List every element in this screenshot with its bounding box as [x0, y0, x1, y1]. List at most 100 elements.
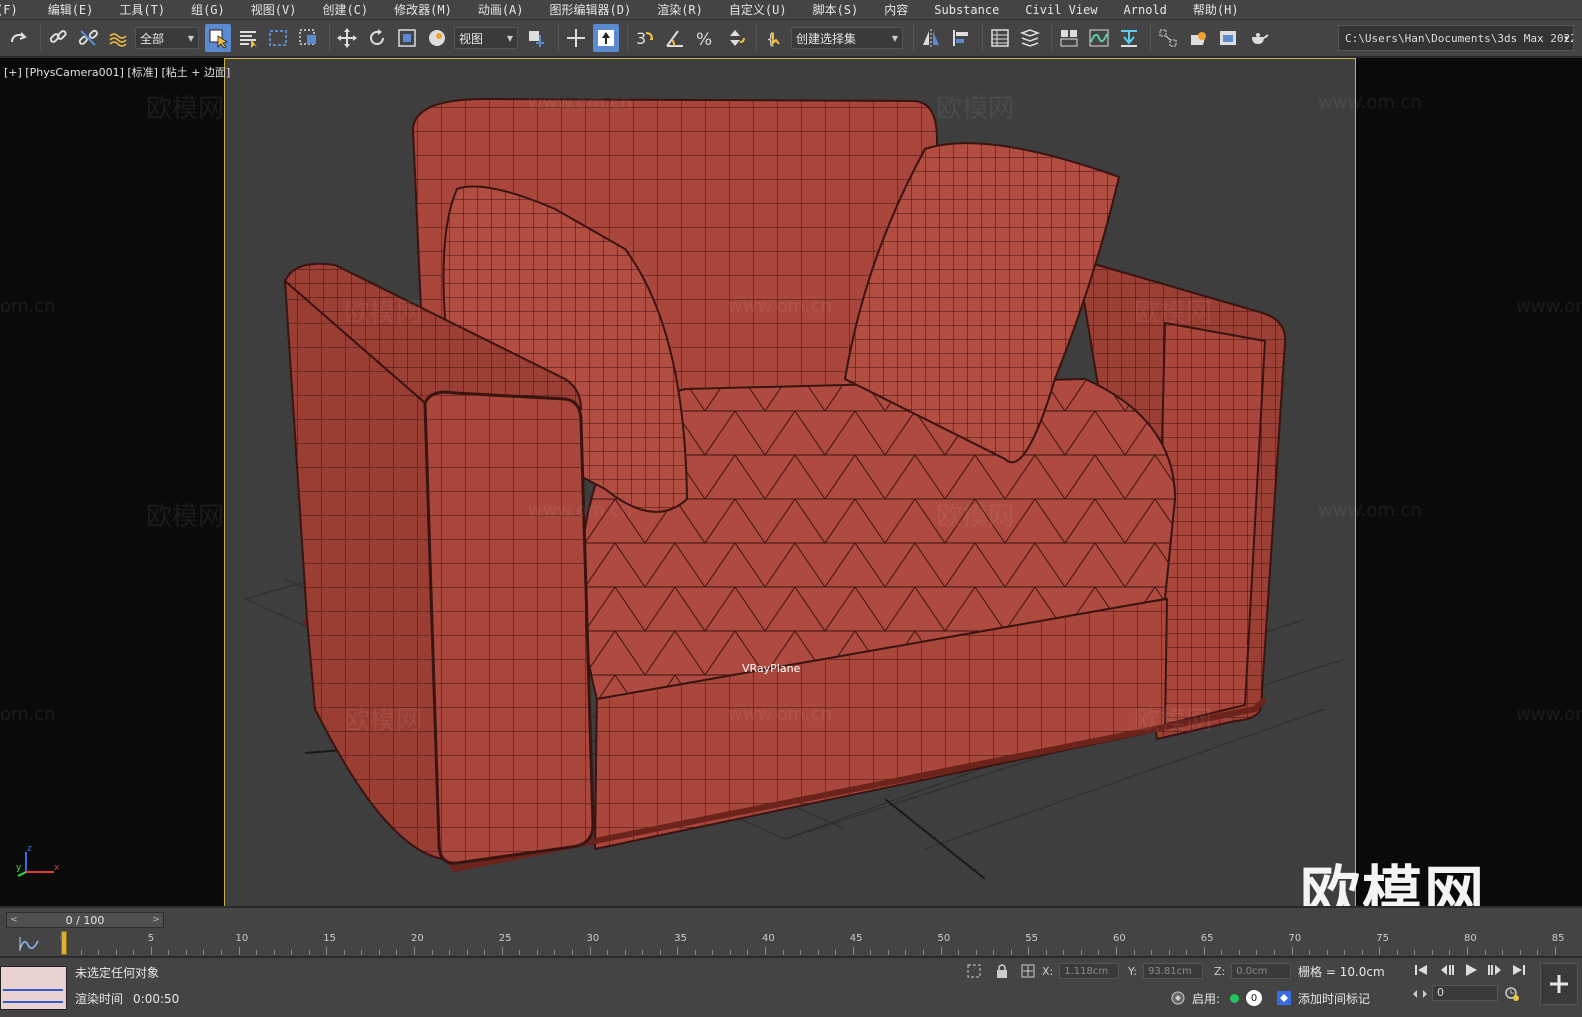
menu-item[interactable]: (F)	[0, 3, 18, 17]
menu-item[interactable]: 渲染(R)	[657, 1, 703, 18]
time-tag-icon[interactable]	[1276, 990, 1292, 1006]
next-frame-arrow-icon[interactable]: >	[149, 915, 163, 925]
y-coordinate-field[interactable]: 93.81cm	[1142, 963, 1203, 979]
track-bar[interactable]: 0510152025303540455055606570758085	[0, 931, 1582, 957]
menu-item[interactable]: 视图(V)	[251, 1, 297, 18]
timeline-tick	[887, 950, 889, 955]
scene-explorer-button[interactable]	[987, 24, 1013, 52]
isolate-selection-icon[interactable]	[966, 963, 982, 979]
menu-item[interactable]: Civil View	[1025, 3, 1097, 17]
menu-item[interactable]: 脚本(S)	[813, 1, 859, 18]
next-frame-button[interactable]	[1484, 962, 1506, 978]
timeline-tick	[1396, 950, 1398, 955]
reference-coordinate-dropdown[interactable]: 视图 ▼	[454, 27, 518, 49]
menu-item[interactable]: 组(G)	[191, 1, 225, 18]
pivot-center-button[interactable]	[524, 24, 550, 52]
snaps-toggle-button[interactable]: 3	[632, 24, 658, 52]
timeline-tick	[1326, 950, 1328, 955]
camera-viewport[interactable]: [+] [PhysCamera001] [标准] [粘土 + 边面] 欧模网 w…	[0, 58, 1582, 906]
toggle-ribbon-button[interactable]	[1056, 24, 1082, 52]
key-mode-toggle-icon[interactable]	[1412, 986, 1428, 1002]
axis-y-label: y	[16, 863, 22, 873]
timeline-tick	[1379, 947, 1381, 955]
menu-item[interactable]: 动画(A)	[478, 1, 524, 18]
timeline-tick	[168, 950, 170, 955]
menu-item[interactable]: 修改器(M)	[394, 1, 452, 18]
selection-lock-icon[interactable]	[994, 963, 1010, 979]
teapot-render-icon	[1252, 33, 1269, 44]
absolute-mode-icon[interactable]	[1020, 963, 1036, 979]
menu-item[interactable]: 创建(C)	[322, 1, 368, 18]
select-by-name-button[interactable]	[235, 24, 261, 52]
bind-spacewarp-button[interactable]	[105, 24, 131, 52]
previous-frame-button[interactable]	[1436, 962, 1458, 978]
z-coordinate-field[interactable]: 0.0cm	[1231, 963, 1292, 979]
adaptive-degradation-icon[interactable]	[1170, 990, 1186, 1006]
keyboard-shortcut-override-button[interactable]	[593, 24, 619, 52]
select-place-button[interactable]	[424, 24, 450, 52]
timeline-tick-label: 85	[1551, 933, 1565, 944]
menu-item[interactable]: 图形编辑器(D)	[550, 1, 632, 18]
named-selection-icon: {	[766, 30, 780, 48]
material-editor-button[interactable]	[1155, 24, 1181, 52]
menu-item[interactable]: 工具(T)	[119, 1, 165, 18]
named-selection-dropdown[interactable]: 创建选择集 ▼	[791, 27, 903, 49]
timeline-tick	[378, 950, 380, 955]
watermark: 欧模网	[344, 298, 423, 328]
goto-start-button[interactable]	[1410, 962, 1432, 978]
time-slider[interactable]: < 0 / 100 >	[6, 912, 164, 928]
redo-button[interactable]	[6, 24, 32, 52]
add-time-tag-label[interactable]: 添加时间标记	[1298, 990, 1370, 1007]
enable-count-badge[interactable]: 0	[1246, 990, 1262, 1006]
select-object-button[interactable]	[205, 24, 231, 52]
timeline-tick	[1256, 950, 1258, 955]
goto-end-icon	[1513, 965, 1525, 975]
play-button[interactable]	[1460, 962, 1482, 978]
menu-item[interactable]: 编辑(E)	[48, 1, 94, 18]
add-viewport-button[interactable]	[1540, 963, 1578, 1005]
current-frame-spinner[interactable]: 0	[1432, 985, 1498, 1001]
time-cursor[interactable]	[61, 931, 67, 955]
percent-snap-button[interactable]: %	[692, 24, 718, 52]
select-move-button[interactable]	[334, 24, 360, 52]
link-button[interactable]	[45, 24, 71, 52]
selection-filter-dropdown[interactable]: 全部 ▼	[135, 27, 199, 49]
goto-end-button[interactable]	[1508, 962, 1530, 978]
unlink-button[interactable]	[75, 24, 101, 52]
timeline-tick	[115, 950, 117, 955]
project-path-dropdown[interactable]: C:\Users\Han\Documents\3ds Max 2022 ▼	[1338, 25, 1574, 51]
timeline-tick	[677, 947, 679, 955]
timeline-tick-label: 75	[1376, 933, 1389, 944]
align-button[interactable]	[948, 24, 974, 52]
spinner-snap-button[interactable]	[722, 24, 748, 52]
menu-item[interactable]: 自定义(U)	[729, 1, 787, 18]
timeline-tick	[1291, 947, 1293, 955]
timeline-tick	[343, 950, 345, 955]
layer-explorer-button[interactable]	[1017, 24, 1043, 52]
prev-frame-arrow-icon[interactable]: <	[7, 915, 21, 925]
curve-editor-button[interactable]	[1086, 24, 1112, 52]
render-production-button[interactable]	[1245, 24, 1271, 52]
x-coordinate-field[interactable]: 1.118cm	[1059, 963, 1120, 979]
menu-item[interactable]: 帮助(H)	[1193, 1, 1239, 18]
menu-item[interactable]: 内容	[884, 1, 908, 18]
timeline-tick-label: 60	[1113, 933, 1126, 944]
select-rotate-button[interactable]	[364, 24, 390, 52]
rendered-frame-window-button[interactable]	[1215, 24, 1241, 52]
schematic-view-button[interactable]	[1116, 24, 1142, 52]
edit-named-selection-button[interactable]: {	[761, 24, 787, 52]
menu-item[interactable]: Substance	[934, 3, 999, 17]
time-configuration-icon[interactable]	[1504, 986, 1520, 1002]
mirror-button[interactable]	[918, 24, 944, 52]
window-crossing-button[interactable]	[295, 24, 321, 52]
select-scale-button[interactable]	[394, 24, 420, 52]
maxscript-mini-listener[interactable]	[0, 966, 67, 1010]
menu-item[interactable]: Arnold	[1124, 3, 1167, 17]
angle-snap-button[interactable]	[662, 24, 688, 52]
rectangular-selection-button[interactable]	[265, 24, 291, 52]
select-manipulate-button[interactable]	[563, 24, 589, 52]
chevron-down-icon: ▼	[187, 33, 194, 43]
render-setup-button[interactable]	[1185, 24, 1211, 52]
viewport-label[interactable]: [+] [PhysCamera001] [标准] [粘土 + 边面]	[4, 64, 230, 80]
timeline-tick	[1028, 947, 1030, 955]
